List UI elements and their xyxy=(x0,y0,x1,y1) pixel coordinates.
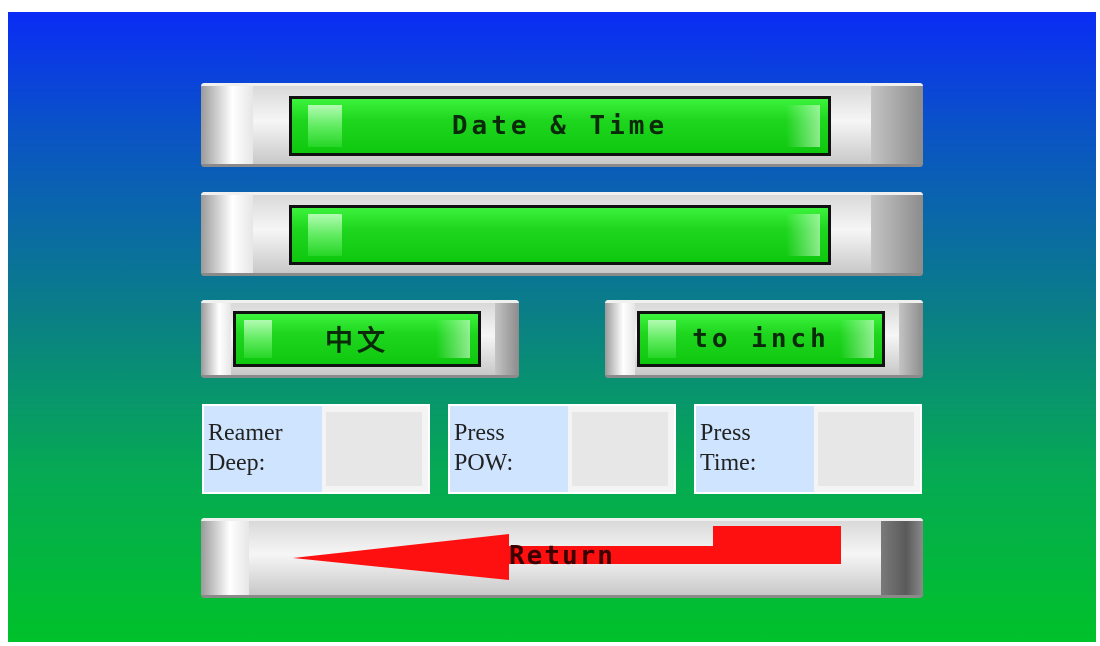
press-pow-label: Press POW: xyxy=(450,406,568,492)
reamer-deep-field: Reamer Deep: xyxy=(202,404,430,494)
press-time-input[interactable] xyxy=(818,412,914,486)
press-time-label: Press Time: xyxy=(696,406,814,492)
press-pow-field: Press POW: xyxy=(448,404,676,494)
chinese-language-button-face[interactable]: 中文 xyxy=(233,311,481,367)
chinese-language-label: 中文 xyxy=(324,324,389,357)
date-time-button-face[interactable]: Date & Time xyxy=(289,96,831,156)
reamer-deep-input[interactable] xyxy=(326,412,422,486)
hmi-screen: Date & Time 中文 to inch Reamer Deep: Pres… xyxy=(8,12,1096,642)
reamer-deep-label: Reamer Deep: xyxy=(204,406,322,492)
to-inch-label: to inch xyxy=(692,324,830,354)
return-label: Return xyxy=(509,541,615,571)
chinese-language-button[interactable]: 中文 xyxy=(201,300,519,378)
press-pow-input[interactable] xyxy=(572,412,668,486)
to-inch-button[interactable]: to inch xyxy=(605,300,923,378)
press-time-field: Press Time: xyxy=(694,404,922,494)
blank-button[interactable] xyxy=(201,192,923,276)
date-time-label: Date & Time xyxy=(451,111,669,141)
blank-button-face[interactable] xyxy=(289,205,831,265)
date-time-button[interactable]: Date & Time xyxy=(201,83,923,167)
to-inch-button-face[interactable]: to inch xyxy=(637,311,885,367)
return-button[interactable]: Return xyxy=(201,518,923,598)
